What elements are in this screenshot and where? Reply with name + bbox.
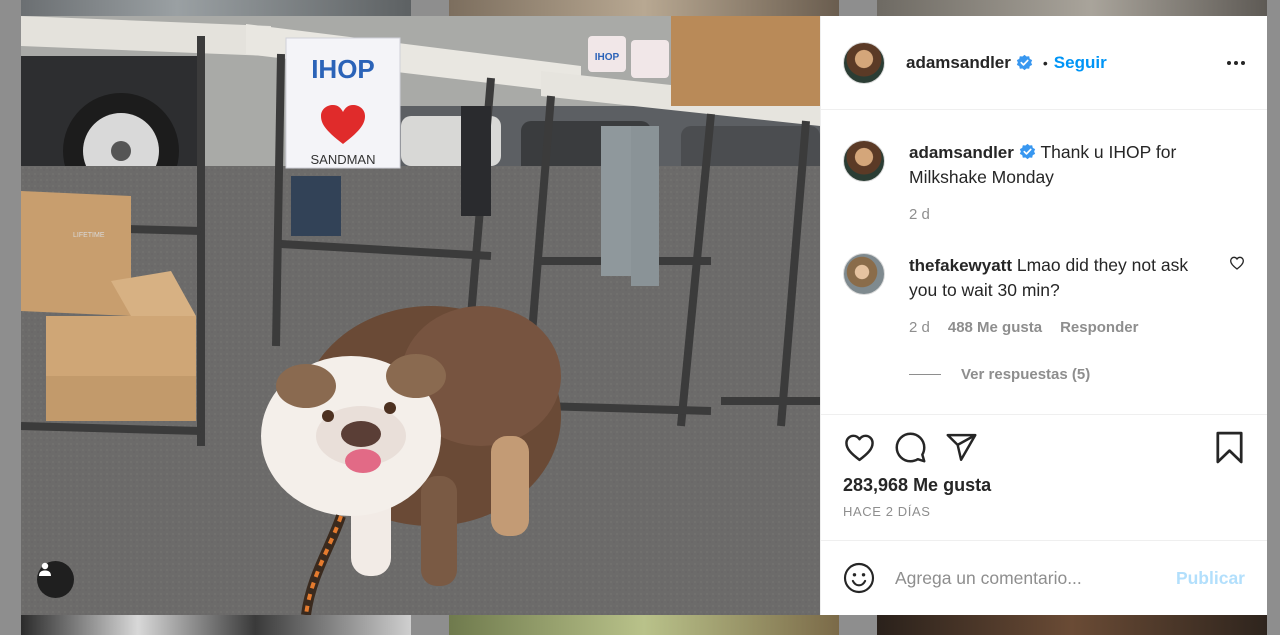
caption-age[interactable]: 2 d [909,203,930,227]
share-icon[interactable] [945,431,978,464]
verified-badge-icon [1019,143,1036,160]
comment-likes[interactable]: 488 Me gusta [948,316,1042,340]
sign-caption-text: SANDMAN [310,152,375,167]
publish-button[interactable]: Publicar [1176,568,1245,589]
author-username[interactable]: adamsandler [906,53,1011,73]
background-grid-tile [877,0,1267,16]
replies-divider-line [909,374,941,375]
author-avatar[interactable] [843,140,885,182]
reply-button[interactable]: Responder [1060,316,1138,340]
post-modal: IHOP SANDMAN IHOP LIFETIME adamsandler •… [21,16,1267,615]
commenter-username[interactable]: thefakewyatt [909,256,1012,275]
tagged-users-button[interactable] [37,561,74,598]
comment-composer: Publicar [821,540,1267,615]
bookmark-icon[interactable] [1214,431,1245,464]
caption-username[interactable]: adamsandler [909,143,1014,162]
follow-button[interactable]: Seguir [1054,53,1107,73]
user-tag-icon [39,562,51,576]
separator-dot: • [1042,54,1048,71]
caption-comment: adamsandler Thank u IHOP for Milkshake M… [843,140,1245,227]
comment-input[interactable] [895,567,1176,589]
comment-age[interactable]: 2 d [909,316,930,340]
heart-icon[interactable] [843,431,876,464]
background-grid-tile [21,615,411,635]
post-header: adamsandler • Seguir [821,16,1267,110]
comment-item: thefakewyatt Lmao did they not ask you t… [843,253,1245,340]
more-options-icon[interactable] [1227,55,1245,71]
post-side-panel: adamsandler • Seguir adamsandler Thank u… [820,16,1267,615]
table-brand-text: LIFETIME [73,232,105,239]
sign-brand-text: IHOP [311,54,375,84]
cup-brand-text: IHOP [595,52,620,63]
view-replies-button[interactable]: Ver respuestas (5) [909,366,1245,383]
author-avatar[interactable] [843,41,885,84]
emoji-icon[interactable] [843,562,875,594]
likes-count[interactable]: 283,968 Me gusta [843,475,1245,496]
commenter-avatar[interactable] [843,253,885,295]
background-grid-tile [877,615,1267,635]
comment-icon[interactable] [894,431,927,464]
comments-section: adamsandler Thank u IHOP for Milkshake M… [821,110,1267,414]
action-bar [843,429,1245,465]
view-replies-label: Ver respuestas (5) [961,366,1091,383]
post-timestamp[interactable]: HACE 2 DÍAS [843,504,1245,519]
background-grid-tile [21,0,411,16]
background-grid-tile [449,0,839,16]
post-photo: IHOP SANDMAN IHOP LIFETIME [21,16,820,615]
background-grid-tile [449,615,839,635]
comment-heart-icon[interactable] [1221,253,1245,340]
verified-badge-icon [1016,54,1033,71]
photo-illustration: IHOP SANDMAN IHOP LIFETIME [21,16,820,615]
actions-section: 283,968 Me gusta HACE 2 DÍAS [821,414,1267,540]
